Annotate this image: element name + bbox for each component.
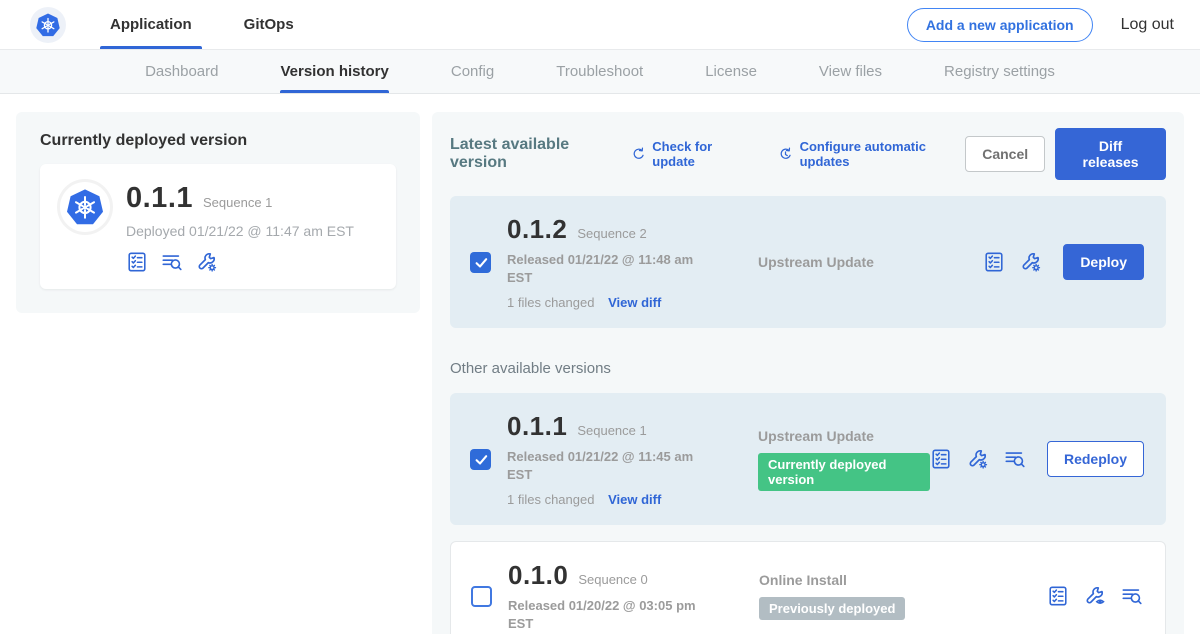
view-diff-link[interactable]: View diff [608,492,661,507]
tab-config[interactable]: Config [451,50,494,93]
version-info: 0.1.2 Sequence 2 Released 01/21/22 @ 11:… [507,214,726,310]
version-number: 0.1.1 [507,411,567,442]
version-row-0-1-2: 0.1.2 Sequence 2 Released 01/21/22 @ 11:… [450,196,1166,328]
tab-troubleshoot[interactable]: Troubleshoot [556,50,643,93]
released-timestamp: Released 01/20/22 @ 03:05 pm EST [508,597,698,632]
released-timestamp: Released 01/21/22 @ 11:48 am EST [507,251,697,286]
release-notes-icon[interactable] [983,251,1005,273]
view-files-icon[interactable] [1004,448,1026,470]
deployed-version-number: 0.1.1 [126,182,193,215]
release-notes-icon[interactable] [930,448,952,470]
currently-deployed-card: Currently deployed version 0.1.1 Sequenc… [16,112,420,313]
version-number: 0.1.0 [508,560,568,591]
version-source: Online Install Previously deployed [727,572,1047,620]
refresh-icon [631,146,647,163]
tab-dashboard[interactable]: Dashboard [145,50,218,93]
edit-config-icon[interactable] [1020,251,1042,273]
source-label: Upstream Update [758,428,930,444]
top-nav-right: Add a new application Log out [907,0,1200,49]
kubernetes-icon [65,187,105,227]
main-content: Currently deployed version 0.1.1 Sequenc… [0,94,1200,634]
check-for-update-link[interactable]: Check for update [631,139,750,169]
available-versions-panel: Latest available version Check for updat… [432,112,1184,634]
view-files-icon[interactable] [161,251,183,273]
deployed-version-card: 0.1.1 Sequence 1 Deployed 01/21/22 @ 11:… [40,164,396,289]
deploy-button[interactable]: Deploy [1063,244,1144,280]
sequence-label: Sequence 0 [578,572,647,587]
view-config-icon[interactable] [1084,585,1106,607]
tab-version-history[interactable]: Version history [280,50,388,93]
diff-releases-button[interactable]: Diff releases [1055,128,1166,180]
edit-config-icon[interactable] [967,448,989,470]
version-info: 0.1.0 Sequence 0 Released 01/20/22 @ 03:… [508,560,727,632]
sequence-label: Sequence 1 [577,423,646,438]
version-actions [1047,585,1145,607]
version-info: 0.1.1 Sequence 1 Released 01/21/22 @ 11:… [507,411,726,507]
tab-license[interactable]: License [705,50,757,93]
version-row-0-1-0: 0.1.0 Sequence 0 Released 01/20/22 @ 03:… [450,541,1166,634]
files-changed-label: 1 files changed [507,492,594,507]
version-actions: Deploy [983,244,1146,280]
deployed-card-title: Currently deployed version [40,132,396,150]
previously-deployed-badge: Previously deployed [759,597,905,620]
top-nav-tabs: Application GitOps [106,0,342,49]
tab-view-files[interactable]: View files [819,50,882,93]
edit-config-icon[interactable] [196,251,218,273]
sequence-label: Sequence 2 [577,226,646,241]
check-icon [473,254,489,270]
logout-link[interactable]: Log out [1121,16,1174,34]
currently-deployed-badge: Currently deployed version [758,453,930,491]
top-nav: Application GitOps Add a new application… [0,0,1200,50]
version-checkbox[interactable] [470,252,491,273]
release-notes-icon[interactable] [126,251,148,273]
version-actions: Redeploy [930,441,1146,477]
tab-gitops[interactable]: GitOps [240,0,298,49]
deployed-sequence-label: Sequence 1 [203,195,272,210]
release-notes-icon[interactable] [1047,585,1069,607]
view-diff-link[interactable]: View diff [608,295,661,310]
files-changed-label: 1 files changed [507,295,594,310]
kubernetes-icon [35,12,61,38]
source-label: Online Install [759,572,1047,588]
version-row-0-1-1: 0.1.1 Sequence 1 Released 01/21/22 @ 11:… [450,393,1166,525]
cancel-button[interactable]: Cancel [965,136,1045,172]
deployed-timestamp: Deployed 01/21/22 @ 11:47 am EST [126,223,354,239]
version-number: 0.1.2 [507,214,567,245]
app-logo [30,7,66,43]
version-checkbox[interactable] [470,449,491,470]
add-application-button[interactable]: Add a new application [907,8,1093,42]
auto-update-clock-icon [778,146,794,163]
view-files-icon[interactable] [1121,585,1143,607]
source-label: Upstream Update [758,254,983,270]
configure-auto-updates-label: Configure automatic updates [800,139,966,169]
configure-auto-updates-link[interactable]: Configure automatic updates [778,139,965,169]
app-version-logo [60,182,110,232]
tab-registry-settings[interactable]: Registry settings [944,50,1055,93]
version-source: Upstream Update Currently deployed versi… [726,428,930,491]
check-icon [473,451,489,467]
deployed-version-info: 0.1.1 Sequence 1 Deployed 01/21/22 @ 11:… [126,182,354,273]
redeploy-button[interactable]: Redeploy [1047,441,1144,477]
app-sub-nav: Dashboard Version history Config Trouble… [0,50,1200,94]
version-source: Upstream Update [726,254,983,270]
other-available-versions-title: Other available versions [450,360,1166,377]
version-checkbox[interactable] [471,586,492,607]
available-versions-header: Latest available version Check for updat… [450,128,1166,180]
released-timestamp: Released 01/21/22 @ 11:45 am EST [507,448,697,483]
tab-application[interactable]: Application [106,0,196,49]
latest-available-title: Latest available version [450,136,617,172]
check-for-update-label: Check for update [652,139,750,169]
